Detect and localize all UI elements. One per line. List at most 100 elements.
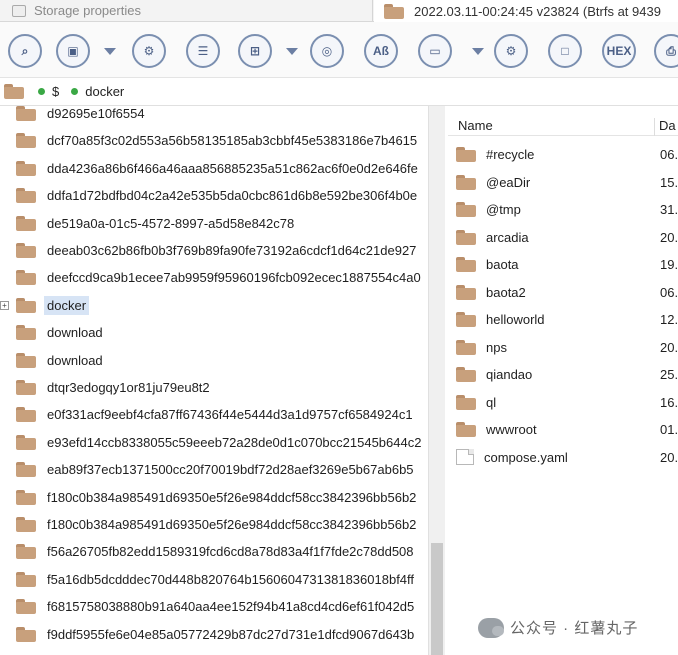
tab-snapshot[interactable]: 2022.03.11-00:24:45 v23824 (Btrfs at 943…: [374, 0, 678, 22]
list-item-date: 20.: [660, 339, 678, 355]
list-item[interactable]: @tmp 31.: [448, 196, 678, 223]
tree-item[interactable]: ddfa1d72bdfbd04c2a42e535b5da0cbc861d6b8e…: [0, 182, 428, 209]
list-button[interactable]: ☰: [186, 34, 220, 68]
folder-icon: [16, 352, 36, 368]
list-item-date: 25.: [660, 367, 678, 382]
tree-item[interactable]: e93efd14ccb8338055c59eeeb72a28de0d1c070b…: [0, 429, 428, 456]
tree-item[interactable]: download: [0, 319, 428, 346]
tree-item[interactable]: dda4236a86b6f466a46aaa856885235a51c862ac…: [0, 155, 428, 182]
dropdown-arrow-icon[interactable]: [286, 48, 298, 55]
tree-item-label: deeab03c62b86fb0b3f769b89fa90fe73192a6cd…: [47, 243, 417, 258]
tree-item[interactable]: eab89f37ecb1371500cc20f70019bdf72d28aef3…: [0, 456, 428, 483]
folder-tree[interactable]: d92695e10f6554 dcf70a85f3c02d553a56b58135…: [0, 106, 428, 655]
save-button[interactable]: ▣: [56, 34, 90, 68]
file-button[interactable]: □: [548, 34, 582, 68]
list-item[interactable]: wwwroot 01.: [448, 416, 678, 443]
column-header-name[interactable]: Name: [458, 118, 493, 133]
hex-button[interactable]: HEX: [602, 34, 636, 68]
tree-item[interactable]: f5a16db5dcdddec70d448b820764b15606047313…: [0, 566, 428, 593]
folder-icon: [16, 599, 36, 615]
view-button[interactable]: ⊞: [238, 34, 272, 68]
tree-item[interactable]: f56a26705fb82edd1589319fcd6cd8a78d83a4f1…: [0, 538, 428, 565]
tree-item[interactable]: deefccd9ca9b1ecee7ab9959f95960196fcb092e…: [0, 264, 428, 291]
file-list[interactable]: Name Da #recycle 06. @eaDir 15. @tmp 31. arcad…: [448, 106, 678, 655]
path-segment-docker[interactable]: docker: [85, 84, 124, 99]
tree-item[interactable]: d92695e10f6554: [0, 106, 428, 127]
list-item-name: nps: [486, 339, 507, 355]
folder-icon: [4, 84, 24, 99]
tree-item[interactable]: deeab03c62b86fb0b3f769b89fa90fe73192a6cd…: [0, 237, 428, 264]
folder-icon: [16, 106, 36, 121]
folder-icon: [16, 571, 36, 587]
file-gear-icon: ⚙: [505, 44, 517, 58]
list-item[interactable]: @eaDir 15.: [448, 169, 678, 196]
tree-item-label: deefccd9ca9b1ecee7ab9959f95960196fcb092e…: [47, 270, 421, 286]
tree-item[interactable]: f6815758038880b91a640aa4ee152f94b41a8cd4…: [0, 593, 428, 620]
folder-icon: [456, 229, 476, 245]
list-item[interactable]: baota2 06.: [448, 279, 678, 306]
tab-storage-properties[interactable]: Storage properties: [0, 0, 373, 21]
tree-item[interactable]: dtqr3edogqy1or81ju79eu8t2: [0, 374, 428, 401]
folder-icon: [456, 174, 476, 190]
column-header-date[interactable]: Da: [654, 118, 676, 136]
list-item-date: 20.: [660, 449, 678, 465]
list-item-name: compose.yaml: [484, 449, 568, 465]
list-item-date: 16.: [660, 394, 678, 410]
list-item-date: 15.: [660, 174, 678, 190]
dropdown-arrow-icon[interactable]: [104, 48, 116, 55]
folder-icon: [456, 257, 476, 272]
dropdown-arrow-icon[interactable]: [472, 48, 484, 55]
folder-icon: [16, 489, 36, 505]
scrollbar-thumb[interactable]: [431, 543, 443, 655]
folder-icon: [16, 243, 36, 258]
tree-scrollbar[interactable]: [428, 106, 445, 655]
tree-item[interactable]: de519a0a-01c5-4572-8997-a5d58e842c78: [0, 210, 428, 237]
text-search-icon: Aß: [373, 44, 389, 58]
tree-item[interactable]: dcf70a85f3c02d553a56b58135185ab3cbbf45e5…: [0, 127, 428, 154]
folder-icon: [16, 270, 36, 286]
list-item-name: @tmp: [486, 202, 521, 217]
expand-icon[interactable]: +: [0, 300, 9, 310]
folder-icon: [16, 325, 36, 341]
folder-icon: [16, 517, 36, 532]
path-segment-root[interactable]: $: [52, 84, 59, 99]
tree-item[interactable]: f180c0b384a985491d69350e5f26e984ddcf58cc…: [0, 511, 428, 538]
tree-item[interactable]: f180c0b384a985491d69350e5f26e984ddcf58cc…: [0, 484, 428, 511]
tree-item[interactable]: e0f331acf9eebf4cfa87ff67436f44e5444d3a1d…: [0, 401, 428, 428]
print-button[interactable]: ⎙: [654, 34, 678, 68]
list-item[interactable]: baota 19.: [448, 251, 678, 278]
card-button[interactable]: ▭: [418, 34, 452, 68]
list-item-name: wwwroot: [486, 422, 537, 437]
tree-item-label: f180c0b384a985491d69350e5f26e984ddcf58cc…: [47, 517, 417, 532]
binoculars-button[interactable]: ◎: [310, 34, 344, 68]
file-icon: [456, 449, 474, 465]
list-item[interactable]: compose.yaml 20.: [448, 444, 678, 471]
tree-item[interactable]: + docker: [0, 292, 428, 319]
scan-button[interactable]: ⚙: [132, 34, 166, 68]
list-item-date: 20.: [660, 229, 678, 245]
list-item[interactable]: ql 16.: [448, 389, 678, 416]
folder-icon: [16, 434, 36, 450]
text-search-button[interactable]: Aß: [364, 34, 398, 68]
tree-item[interactable]: download: [0, 347, 428, 374]
tree-item-label: dtqr3edogqy1or81ju79eu8t2: [47, 380, 210, 395]
file-gear-button[interactable]: ⚙: [494, 34, 528, 68]
zoom-button[interactable]: ⌕: [8, 34, 42, 68]
folder-icon: [456, 394, 476, 410]
tab-label: Storage properties: [34, 3, 141, 18]
list-item[interactable]: qiandao 25.: [448, 361, 678, 388]
list-item[interactable]: nps 20.: [448, 334, 678, 361]
tree-item-label: de519a0a-01c5-4572-8997-a5d58e842c78: [47, 215, 295, 231]
view-icon: ⊞: [249, 44, 261, 58]
list-header: Name Da: [448, 114, 678, 136]
tree-item-label: eab89f37ecb1371500cc20f70019bdf72d28aef3…: [47, 462, 414, 478]
tab-label: 2022.03.11-00:24:45 v23824 (Btrfs at 943…: [414, 3, 661, 19]
list-item[interactable]: helloworld 12.: [448, 306, 678, 333]
list-item-name: qiandao: [486, 367, 533, 382]
print-icon: ⎙: [666, 43, 676, 58]
toolbar: ⌕ ▣ ⚙ ☰ ⊞ ◎ Aß ▭ ⚙ □ HEX ⎙: [0, 22, 678, 78]
list-item[interactable]: arcadia 20.: [448, 224, 678, 251]
list-item[interactable]: #recycle 06.: [448, 141, 678, 168]
folder-icon: [456, 284, 476, 300]
tree-item[interactable]: f9ddf5955fe6e04e85a05772429b87dc27d731e1…: [0, 621, 428, 648]
